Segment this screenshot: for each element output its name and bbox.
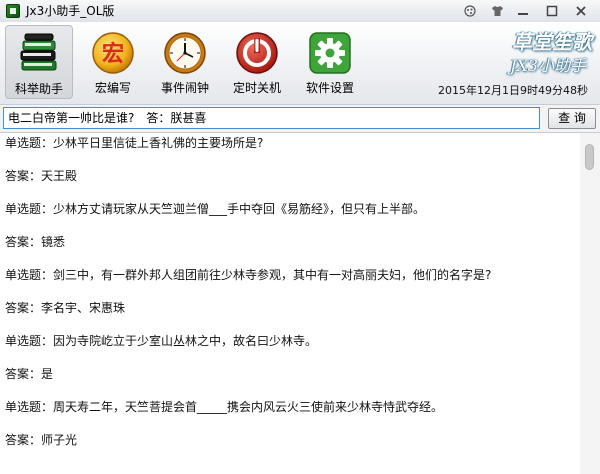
results-list: 单选题：少林平日里信徒上香礼佛的主要场所是? 答案：天王殿 单选题：少林方丈请玩… [5,133,575,463]
result-question: 单选题：因为寺院屹立于少室山丛林之中，故名曰少林寺。 [5,334,318,348]
app-logo-icon [6,4,20,18]
maximize-icon[interactable] [544,3,560,19]
title-bar[interactable]: Jx3小助手_OL版 [0,0,600,22]
macro-seal-icon: 宏 [92,32,134,74]
clock-icon [164,32,206,74]
scrollbar-thumb[interactable] [585,144,594,170]
tool-event-alarm[interactable]: 事件闹钟 [151,25,219,99]
main-toolbar: 科举助手 宏 宏编写 事件闹钟 定时关机 软件设置 草堂笙歌 JX3小助手 20… [0,22,600,105]
result-question: 单选题：少林平日里信徒上香礼佛的主要场所是? [5,136,264,150]
result-answer: 答案：天王殿 [5,169,78,183]
search-bar: 电二白帝第一帅比是谁? 答：朕甚喜 查 询 [0,105,600,131]
tool-label: 科举助手 [14,82,63,96]
window-title: Jx3小助手_OL版 [26,4,115,18]
tool-settings[interactable]: 软件设置 [296,25,364,99]
search-input[interactable]: 电二白帝第一帅比是谁? 答：朕甚喜 [3,107,540,129]
tool-label: 宏编写 [94,81,131,95]
app-window: Jx3小助手_OL版 科举助手 宏 宏编写 事件闹钟 定时关机 软件设置 草堂笙… [0,0,600,474]
result-answer: 答案：镜悉 [5,235,66,249]
tool-label: 事件闹钟 [160,81,209,95]
books-icon [20,33,57,71]
minimize-icon[interactable] [515,3,531,19]
result-answer: 答案：李名宇、宋惠珠 [5,301,126,315]
gear-icon [309,32,351,74]
results-scrollbar[interactable] [580,133,600,474]
brand-title: 草堂笙歌 [512,30,592,54]
current-datetime: 2015年12月1日9时49分48秒 [438,84,588,97]
results-panel[interactable]: 单选题：少林平日里信徒上香礼佛的主要场所是? 答案：天王殿 单选题：少林方丈请玩… [0,132,600,474]
result-answer: 答案：师子光 [5,433,78,447]
close-icon[interactable] [573,3,589,19]
result-question: 单选题：周天寿二年，天竺菩提会首_____携会内风云火三使前来少林寺恃武夺经。 [5,400,444,414]
tool-macro-editor[interactable]: 宏 宏编写 [79,25,147,99]
result-answer: 答案：是 [5,367,54,381]
tool-exam-assistant[interactable]: 科举助手 [5,25,73,99]
tool-label: 软件设置 [305,81,354,95]
tool-label: 定时关机 [232,81,281,95]
search-button[interactable]: 查 询 [548,108,596,129]
brand-subtitle: JX3小助手 [510,56,586,75]
macro-glyph: 宏 [102,41,124,67]
tool-scheduled-shutdown[interactable]: 定时关机 [223,25,291,99]
shirt-icon[interactable] [489,3,505,19]
power-icon [236,32,278,74]
result-question: 单选题：剑三中，有一群外邦人组团前往少林寺参观，其中有一对高丽夫妇，他们的名字是… [5,268,492,282]
result-question: 单选题：少林方丈请玩家从天竺迦兰僧___手中夺回《易筋经》，但只有上半部。 [5,202,426,216]
skin-icon[interactable] [462,3,478,19]
